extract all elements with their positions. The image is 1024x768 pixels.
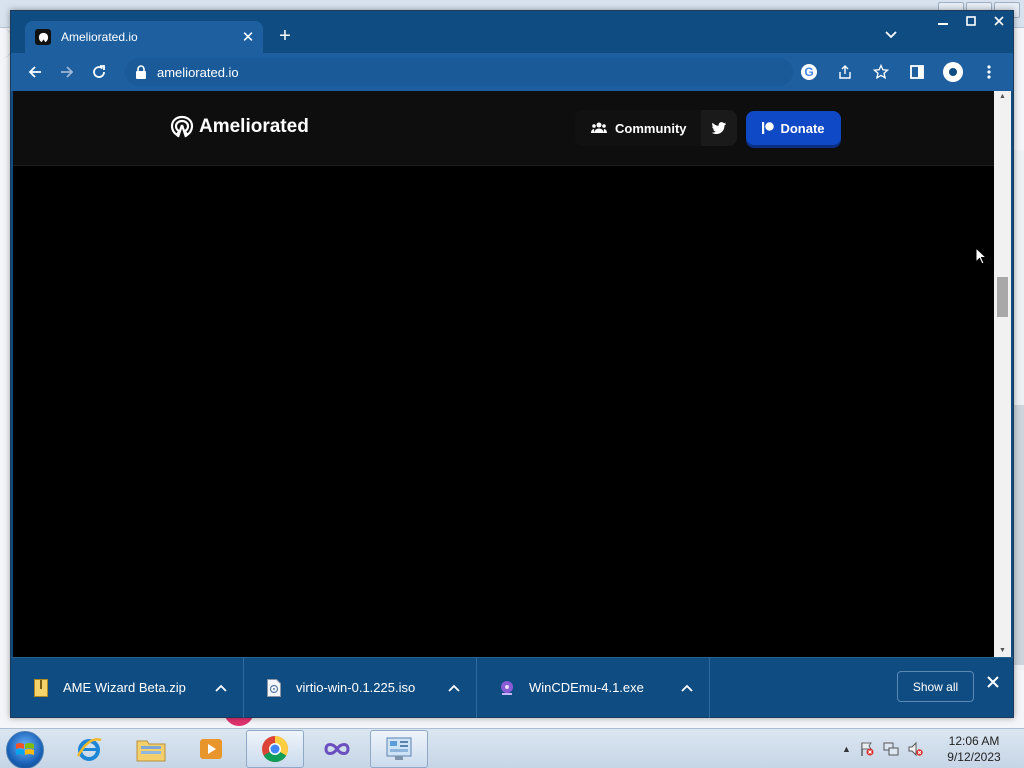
internet-explorer-icon [76, 738, 102, 761]
community-button[interactable]: Community [575, 110, 701, 146]
control-panel-icon [386, 737, 412, 760]
infinity-icon [324, 743, 350, 755]
profile-avatar-icon[interactable] [937, 56, 969, 88]
site-favicon-icon [35, 29, 51, 45]
logo-text: Ameliorated [199, 116, 309, 137]
taskbar-visual-studio[interactable] [308, 730, 366, 768]
taskbar-media-player[interactable] [182, 730, 240, 768]
scroll-up-arrow-icon[interactable]: ▲ [994, 91, 1011, 103]
google-lens-icon[interactable]: G [793, 56, 825, 88]
background-scrollbar-thumb[interactable] [1014, 405, 1024, 665]
browser-window: Ameliorated.io ✕ + ameliorated.io G Amel… [10, 10, 1014, 718]
scroll-down-arrow-icon[interactable]: ▼ [994, 645, 1011, 657]
chevron-up-icon[interactable] [675, 681, 699, 695]
ameliorated-logo-icon [170, 115, 194, 138]
clock-date: 9/12/2023 [947, 750, 1001, 764]
taskbar-internet-explorer[interactable] [60, 730, 118, 768]
patreon-icon [762, 122, 775, 134]
system-clock[interactable]: 12:06 AM 9/12/2023 [940, 733, 1008, 765]
chevron-up-icon[interactable] [442, 681, 466, 695]
download-shelf: AME Wizard Beta.zip virtio-win-0.1.225.i… [11, 657, 1013, 718]
nav-group: Community [575, 110, 737, 146]
clock-time: 12:06 AM [948, 734, 1000, 748]
reload-button[interactable] [83, 56, 115, 88]
tab-strip: Ameliorated.io ✕ + [11, 11, 1013, 53]
community-label: Community [615, 120, 687, 136]
toolbar-icons: G [793, 56, 1005, 88]
taskbar-file-explorer[interactable] [122, 730, 180, 768]
zip-file-icon [33, 678, 49, 697]
close-shelf-icon[interactable] [983, 675, 1003, 693]
lock-icon[interactable] [135, 65, 147, 79]
tab-search-chevron-icon[interactable] [885, 27, 897, 42]
menu-kebab-icon[interactable] [973, 56, 1005, 88]
disc-image-icon [266, 678, 282, 697]
forward-button[interactable] [51, 56, 83, 88]
media-player-icon [200, 739, 222, 759]
download-filename: WinCDEmu-4.1.exe [529, 680, 644, 695]
side-panel-icon[interactable] [901, 56, 933, 88]
download-filename: virtio-win-0.1.225.iso [296, 680, 416, 695]
browser-toolbar: ameliorated.io G [11, 53, 1013, 91]
network-icon[interactable] [883, 741, 899, 757]
url-text[interactable]: ameliorated.io [157, 65, 239, 80]
twitter-button[interactable] [701, 110, 738, 146]
chrome-icon [262, 736, 289, 763]
show-hidden-icons-icon[interactable]: ▲ [842, 744, 851, 754]
download-item[interactable]: virtio-win-0.1.225.iso [244, 657, 477, 718]
tab-ameliorated[interactable]: Ameliorated.io ✕ [25, 21, 263, 53]
download-filename: AME Wizard Beta.zip [63, 680, 186, 695]
address-bar[interactable]: ameliorated.io [125, 58, 793, 86]
action-center-flag-icon[interactable] [859, 741, 875, 757]
donate-button[interactable]: Donate [746, 111, 841, 145]
taskbar-chrome[interactable] [246, 730, 304, 768]
donate-label: Donate [780, 120, 825, 136]
site-logo[interactable]: Ameliorated [169, 115, 309, 139]
installer-icon [499, 679, 515, 697]
windows-logo-icon [16, 743, 34, 755]
download-item[interactable]: AME Wizard Beta.zip [11, 657, 244, 718]
volume-muted-icon[interactable] [907, 741, 923, 757]
close-tab-icon[interactable]: ✕ [237, 28, 259, 46]
web-page-viewport[interactable]: Ameliorated Community Donate [13, 91, 994, 657]
folder-icon [136, 740, 166, 762]
show-all-downloads-button[interactable]: Show all [897, 671, 974, 702]
page-scrollbar[interactable]: ▲ ▼ [994, 91, 1011, 657]
taskbar: ▲ 12:06 AM 9/12/2023 [0, 728, 1024, 768]
new-tab-button[interactable]: + [273, 25, 297, 47]
chevron-up-icon[interactable] [209, 681, 233, 695]
system-tray: ▲ [842, 729, 923, 768]
users-icon [591, 122, 607, 133]
start-button[interactable] [6, 731, 44, 768]
bookmark-star-icon[interactable] [865, 56, 897, 88]
download-item[interactable]: WinCDEmu-4.1.exe [477, 657, 710, 718]
twitter-icon [711, 122, 726, 134]
tab-title: Ameliorated.io [61, 30, 138, 44]
taskbar-control-panel[interactable] [370, 730, 428, 768]
scrollbar-thumb[interactable] [997, 277, 1008, 317]
back-button[interactable] [19, 56, 51, 88]
site-header: Ameliorated Community Donate [13, 91, 994, 166]
share-icon[interactable] [829, 56, 861, 88]
mouse-cursor-icon [975, 246, 988, 268]
